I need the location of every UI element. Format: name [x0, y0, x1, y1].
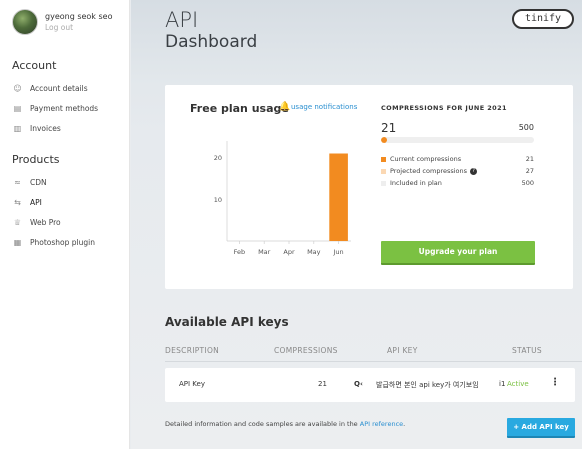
sidebar-item-payment-methods[interactable]: ▤ Payment methods — [13, 102, 98, 114]
legend-swatch — [381, 180, 386, 186]
cdn-icon: ≈ — [14, 177, 21, 187]
status-prefix: i1 — [499, 380, 506, 388]
sidebar-item-invoices[interactable]: ▥ Invoices — [13, 122, 61, 134]
api-reference-link[interactable]: API reference — [360, 420, 403, 428]
account-section-title: Account — [12, 59, 57, 72]
legend-included: Included in plan 500 — [381, 179, 534, 187]
legend-swatch — [381, 168, 386, 174]
logout-link[interactable]: Log out — [45, 22, 112, 33]
legend-swatch — [381, 156, 386, 162]
more-options-icon[interactable]: ⋮ — [550, 377, 560, 388]
legend-value: 21 — [525, 155, 534, 163]
x-tick-label: Mar — [258, 248, 271, 256]
legend-label: Current compressions — [390, 155, 462, 163]
upgrade-plan-button[interactable]: Upgrade your plan — [381, 241, 535, 265]
sidebar-item-photoshop-plugin[interactable]: ▦ Photoshop plugin — [13, 236, 95, 248]
page-title: API — [165, 8, 199, 32]
divider — [165, 361, 582, 362]
page-subtitle: Dashboard — [165, 32, 258, 52]
legend-projected: Projected compressions ? 27 — [381, 167, 534, 175]
legend-label: Included in plan — [390, 179, 442, 187]
products-section-title: Products — [12, 153, 60, 166]
key-prefix: Q‹ — [354, 380, 363, 388]
sidebar-item-label: Photoshop plugin — [30, 237, 95, 247]
api-key-value[interactable]: 발급하면 본인 api key가 여기보임 — [376, 380, 479, 390]
api-keys-title: Available API keys — [165, 315, 289, 329]
usage-chart: 10 20 Feb Mar Apr May Jun — [214, 141, 351, 256]
sidebar-item-account-details[interactable]: ☺ Account details — [13, 82, 88, 94]
sidebar-item-web-pro[interactable]: ♕ Web Pro — [13, 216, 61, 228]
compressions-progress-fill — [381, 137, 388, 143]
column-header-status: STATUS — [512, 346, 542, 355]
credit-card-icon: ▤ — [13, 103, 22, 113]
column-header-description: DESCRIPTION — [165, 346, 220, 355]
avatar[interactable] — [12, 9, 38, 35]
sidebar-item-label: CDN — [30, 177, 47, 187]
document-icon: ▥ — [13, 123, 22, 133]
tinify-logo[interactable]: tinify — [512, 9, 574, 29]
sidebar-item-api[interactable]: ⇆ API — [13, 196, 42, 208]
x-tick-label: May — [307, 248, 321, 256]
compressions-progress-bar — [381, 137, 534, 143]
legend-current: Current compressions 21 — [381, 155, 534, 163]
sidebar-item-label: Account details — [30, 83, 88, 93]
sidebar-item-label: API — [30, 197, 42, 207]
y-tick-label: 20 — [214, 154, 222, 162]
sidebar-item-label: Invoices — [30, 123, 61, 133]
sidebar: gyeong seok seo Log out Account ☺ Accoun… — [0, 0, 130, 449]
sidebar-item-label: Web Pro — [30, 217, 61, 227]
add-api-key-button[interactable]: + Add API key — [507, 418, 575, 438]
y-tick-label: 10 — [214, 196, 222, 204]
key-compressions: 21 — [318, 380, 327, 388]
user-profile: gyeong seok seo Log out — [12, 9, 112, 35]
bell-icon: 🔔 — [279, 102, 291, 112]
x-tick-label: Feb — [234, 248, 246, 256]
sidebar-item-cdn[interactable]: ≈ CDN — [13, 176, 47, 188]
x-tick-label: Jun — [333, 248, 344, 256]
user-name: gyeong seok seo — [45, 12, 113, 21]
help-icon[interactable]: ? — [470, 167, 478, 175]
info-text-end: . — [403, 420, 406, 428]
sidebar-item-label: Payment methods — [30, 103, 99, 113]
usage-card: Free plan usage 🔔 usage notifications 10… — [165, 85, 573, 289]
plugin-icon: ▦ — [13, 237, 22, 247]
table-row: API Key 21 Q‹ 발급하면 본인 api key가 여기보임 i1 A… — [165, 368, 575, 402]
usage-title: Free plan usage — [190, 102, 289, 115]
bar — [329, 153, 348, 241]
main-content: API Dashboard tinify Free plan usage 🔔 u… — [131, 0, 582, 449]
usage-notifications-link[interactable]: usage notifications — [291, 103, 357, 111]
x-tick-label: Apr — [283, 248, 295, 256]
status-badge: Active — [507, 380, 529, 388]
compressions-title: COMPRESSIONS FOR JUNE 2021 — [381, 104, 507, 112]
legend-value: 27 — [525, 167, 534, 175]
api-icon: ⇆ — [14, 197, 21, 207]
column-header-api-key: API KEY — [387, 346, 418, 355]
column-header-compressions: COMPRESSIONS — [274, 346, 338, 355]
current-count: 21 — [381, 121, 397, 135]
info-text-body: Detailed information and code samples ar… — [165, 420, 360, 428]
info-text: Detailed information and code samples ar… — [165, 420, 405, 428]
legend-label: Projected compressions — [390, 167, 468, 175]
user-icon: ☺ — [13, 83, 22, 93]
key-description: API Key — [179, 380, 205, 388]
max-count: 500 — [518, 123, 534, 132]
crown-icon: ♕ — [13, 217, 22, 227]
legend-value: 500 — [521, 179, 534, 187]
